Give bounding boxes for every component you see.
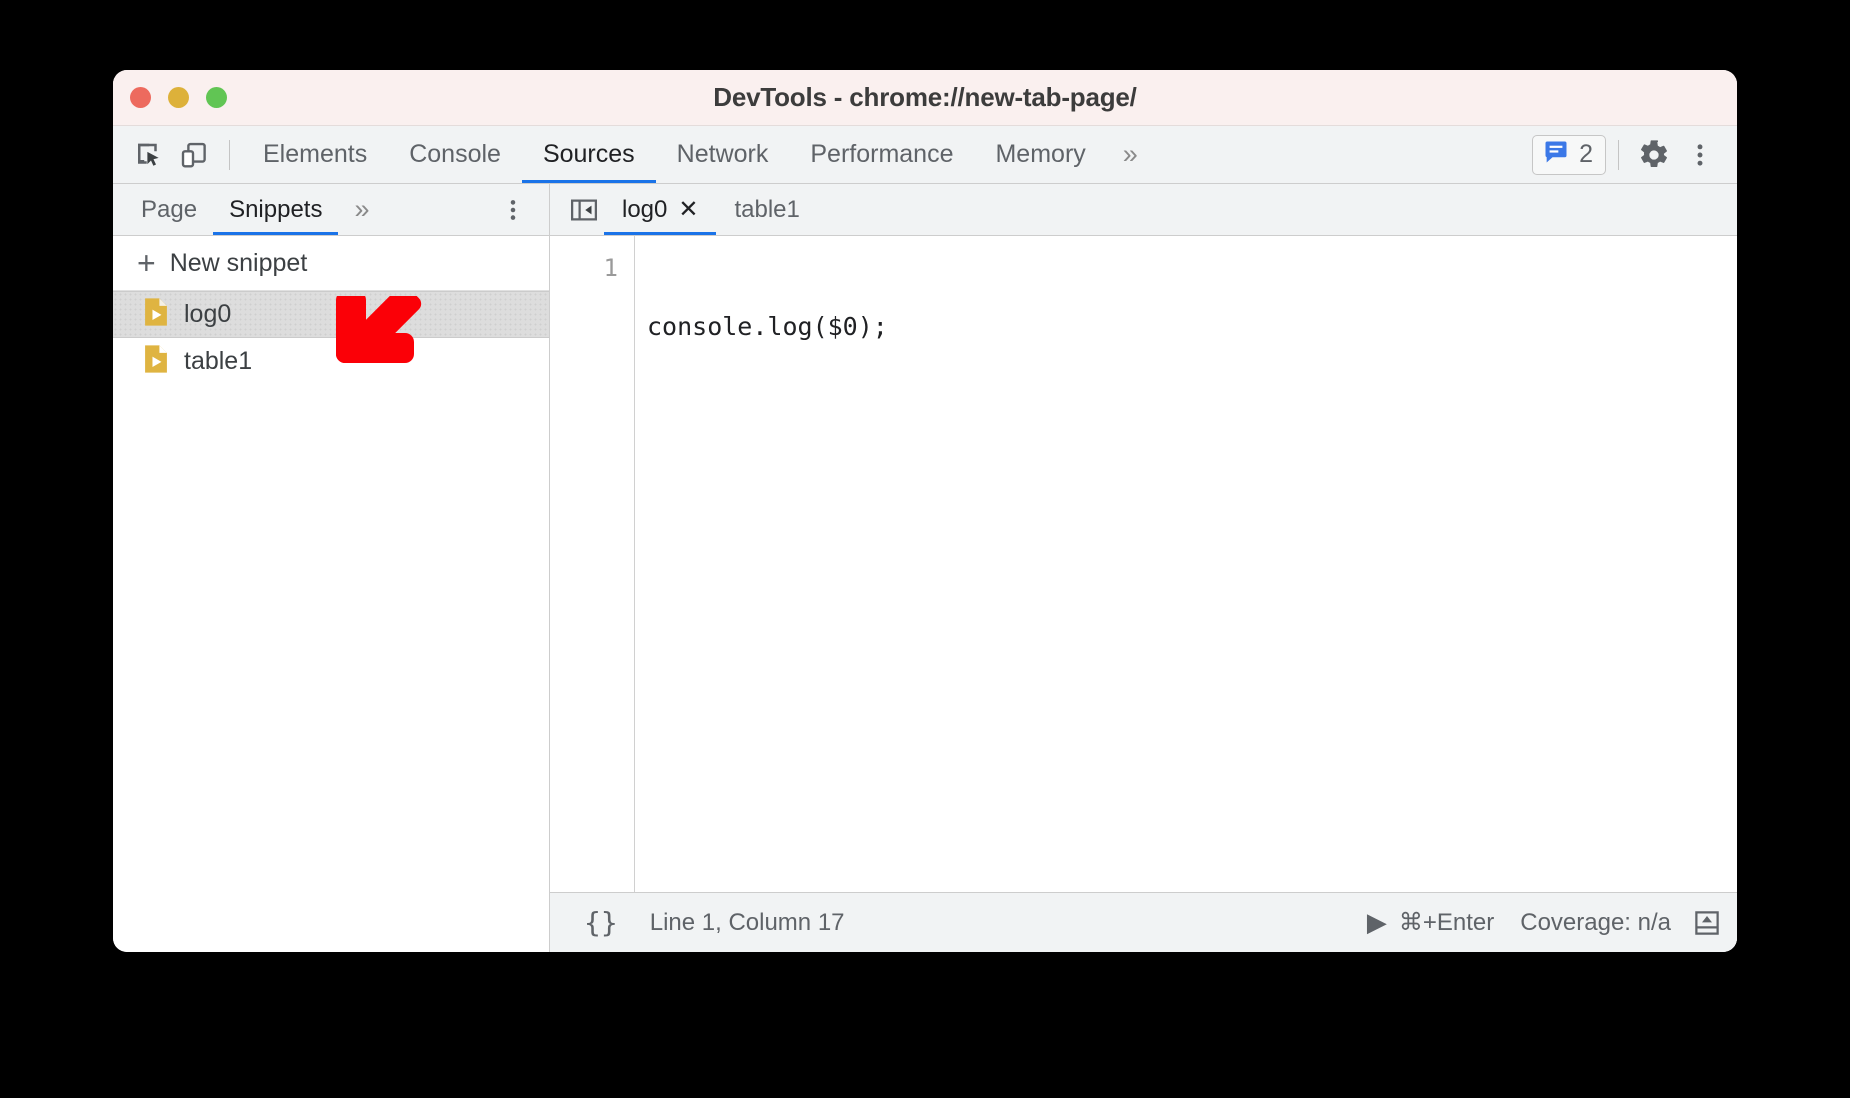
tab-network-label: Network — [676, 140, 769, 168]
close-icon[interactable]: ✕ — [678, 197, 698, 222]
tab-sources[interactable]: Sources — [521, 126, 656, 183]
nav-tab-page[interactable]: Page — [125, 184, 213, 235]
issues-message-icon — [1542, 138, 1570, 171]
navigator-pane: Page Snippets » + New snippet log0 table… — [113, 184, 550, 952]
line-number-1: 1 — [603, 254, 618, 282]
show-drawer-icon[interactable] — [1685, 903, 1729, 943]
tab-elements-label: Elements — [263, 140, 368, 168]
new-snippet-label: New snippet — [169, 248, 308, 277]
run-shortcut-label: ⌘+Enter — [1398, 909, 1495, 936]
editor-tabbar: log0 ✕ table1 — [550, 184, 1737, 236]
devtools-window: DevTools - chrome://new-tab-page/ Elemen… — [113, 70, 1737, 952]
collapse-sidebar-icon[interactable] — [564, 190, 604, 230]
run-snippet-icon[interactable]: ▶ — [1367, 907, 1387, 938]
line-number-gutter: 1 — [550, 236, 635, 892]
tab-performance-label: Performance — [810, 140, 954, 168]
more-panels-chevron-icon[interactable]: » — [1107, 141, 1154, 168]
devtools-main-toolbar: Elements Console Sources Network Perform… — [113, 126, 1737, 184]
kebab-menu-icon[interactable] — [1677, 132, 1723, 178]
editor-tab-table1-label: table1 — [734, 195, 800, 223]
tab-memory[interactable]: Memory — [974, 126, 1106, 183]
file-name-log0: log0 — [184, 300, 232, 328]
device-toolbar-icon[interactable] — [171, 132, 217, 178]
tab-elements[interactable]: Elements — [242, 126, 388, 183]
gear-icon[interactable] — [1631, 132, 1677, 178]
nav-tab-snippets-label: Snippets — [229, 195, 323, 223]
screenshot-root: DevTools - chrome://new-tab-page/ Elemen… — [0, 0, 1850, 1098]
editor-tab-log0-label: log0 — [622, 195, 668, 223]
tab-console[interactable]: Console — [388, 126, 522, 183]
navigator-tabbar: Page Snippets » — [113, 184, 549, 236]
editor-pane: log0 ✕ table1 1 console.log($0); {} Line… — [550, 184, 1737, 952]
devtools-body: Page Snippets » + New snippet log0 table… — [113, 184, 1737, 952]
code-editor[interactable]: 1 console.log($0); — [550, 236, 1737, 892]
issues-count: 2 — [1579, 140, 1593, 168]
editor-tab-table1[interactable]: table1 — [716, 184, 817, 235]
editor-tab-log0[interactable]: log0 ✕ — [604, 184, 717, 235]
coverage-status: Coverage: n/a — [1520, 908, 1671, 936]
inspect-element-icon[interactable] — [125, 132, 171, 178]
tab-memory-label: Memory — [995, 140, 1086, 168]
file-name-table1: table1 — [184, 347, 253, 375]
snippet-file-list: log0 table1 — [113, 291, 549, 952]
list-item-log0[interactable]: log0 — [113, 291, 549, 338]
nav-tab-page-label: Page — [141, 195, 198, 223]
snippet-file-icon — [142, 344, 170, 379]
new-snippet-button[interactable]: + New snippet — [113, 236, 549, 291]
cursor-position: Line 1, Column 17 — [649, 908, 845, 936]
toolbar-divider-2 — [1618, 139, 1619, 170]
editor-statusbar: {} Line 1, Column 17 ▶ ⌘+Enter Coverage:… — [550, 892, 1737, 952]
snippet-file-icon — [142, 297, 170, 332]
window-titlebar: DevTools - chrome://new-tab-page/ — [113, 70, 1737, 126]
issues-badge[interactable]: 2 — [1532, 134, 1606, 175]
code-line-1: console.log($0); — [647, 312, 888, 341]
plus-icon: + — [137, 245, 156, 281]
code-content[interactable]: console.log($0); — [635, 236, 1737, 892]
navigator-more-chevron-icon[interactable]: » — [338, 196, 385, 223]
tab-sources-label: Sources — [542, 140, 635, 168]
navigator-kebab-menu-icon[interactable] — [491, 188, 535, 232]
list-item-table1[interactable]: table1 — [113, 338, 549, 385]
tab-performance[interactable]: Performance — [789, 126, 974, 183]
tab-console-label: Console — [409, 140, 501, 168]
toolbar-divider — [229, 139, 230, 170]
window-title: DevTools - chrome://new-tab-page/ — [713, 82, 1137, 112]
nav-tab-snippets[interactable]: Snippets — [213, 184, 339, 235]
pretty-print-icon[interactable]: {} — [574, 906, 628, 939]
tab-network[interactable]: Network — [656, 126, 790, 183]
devtools-panel-tabs: Elements Console Sources Network Perform… — [242, 126, 1107, 183]
